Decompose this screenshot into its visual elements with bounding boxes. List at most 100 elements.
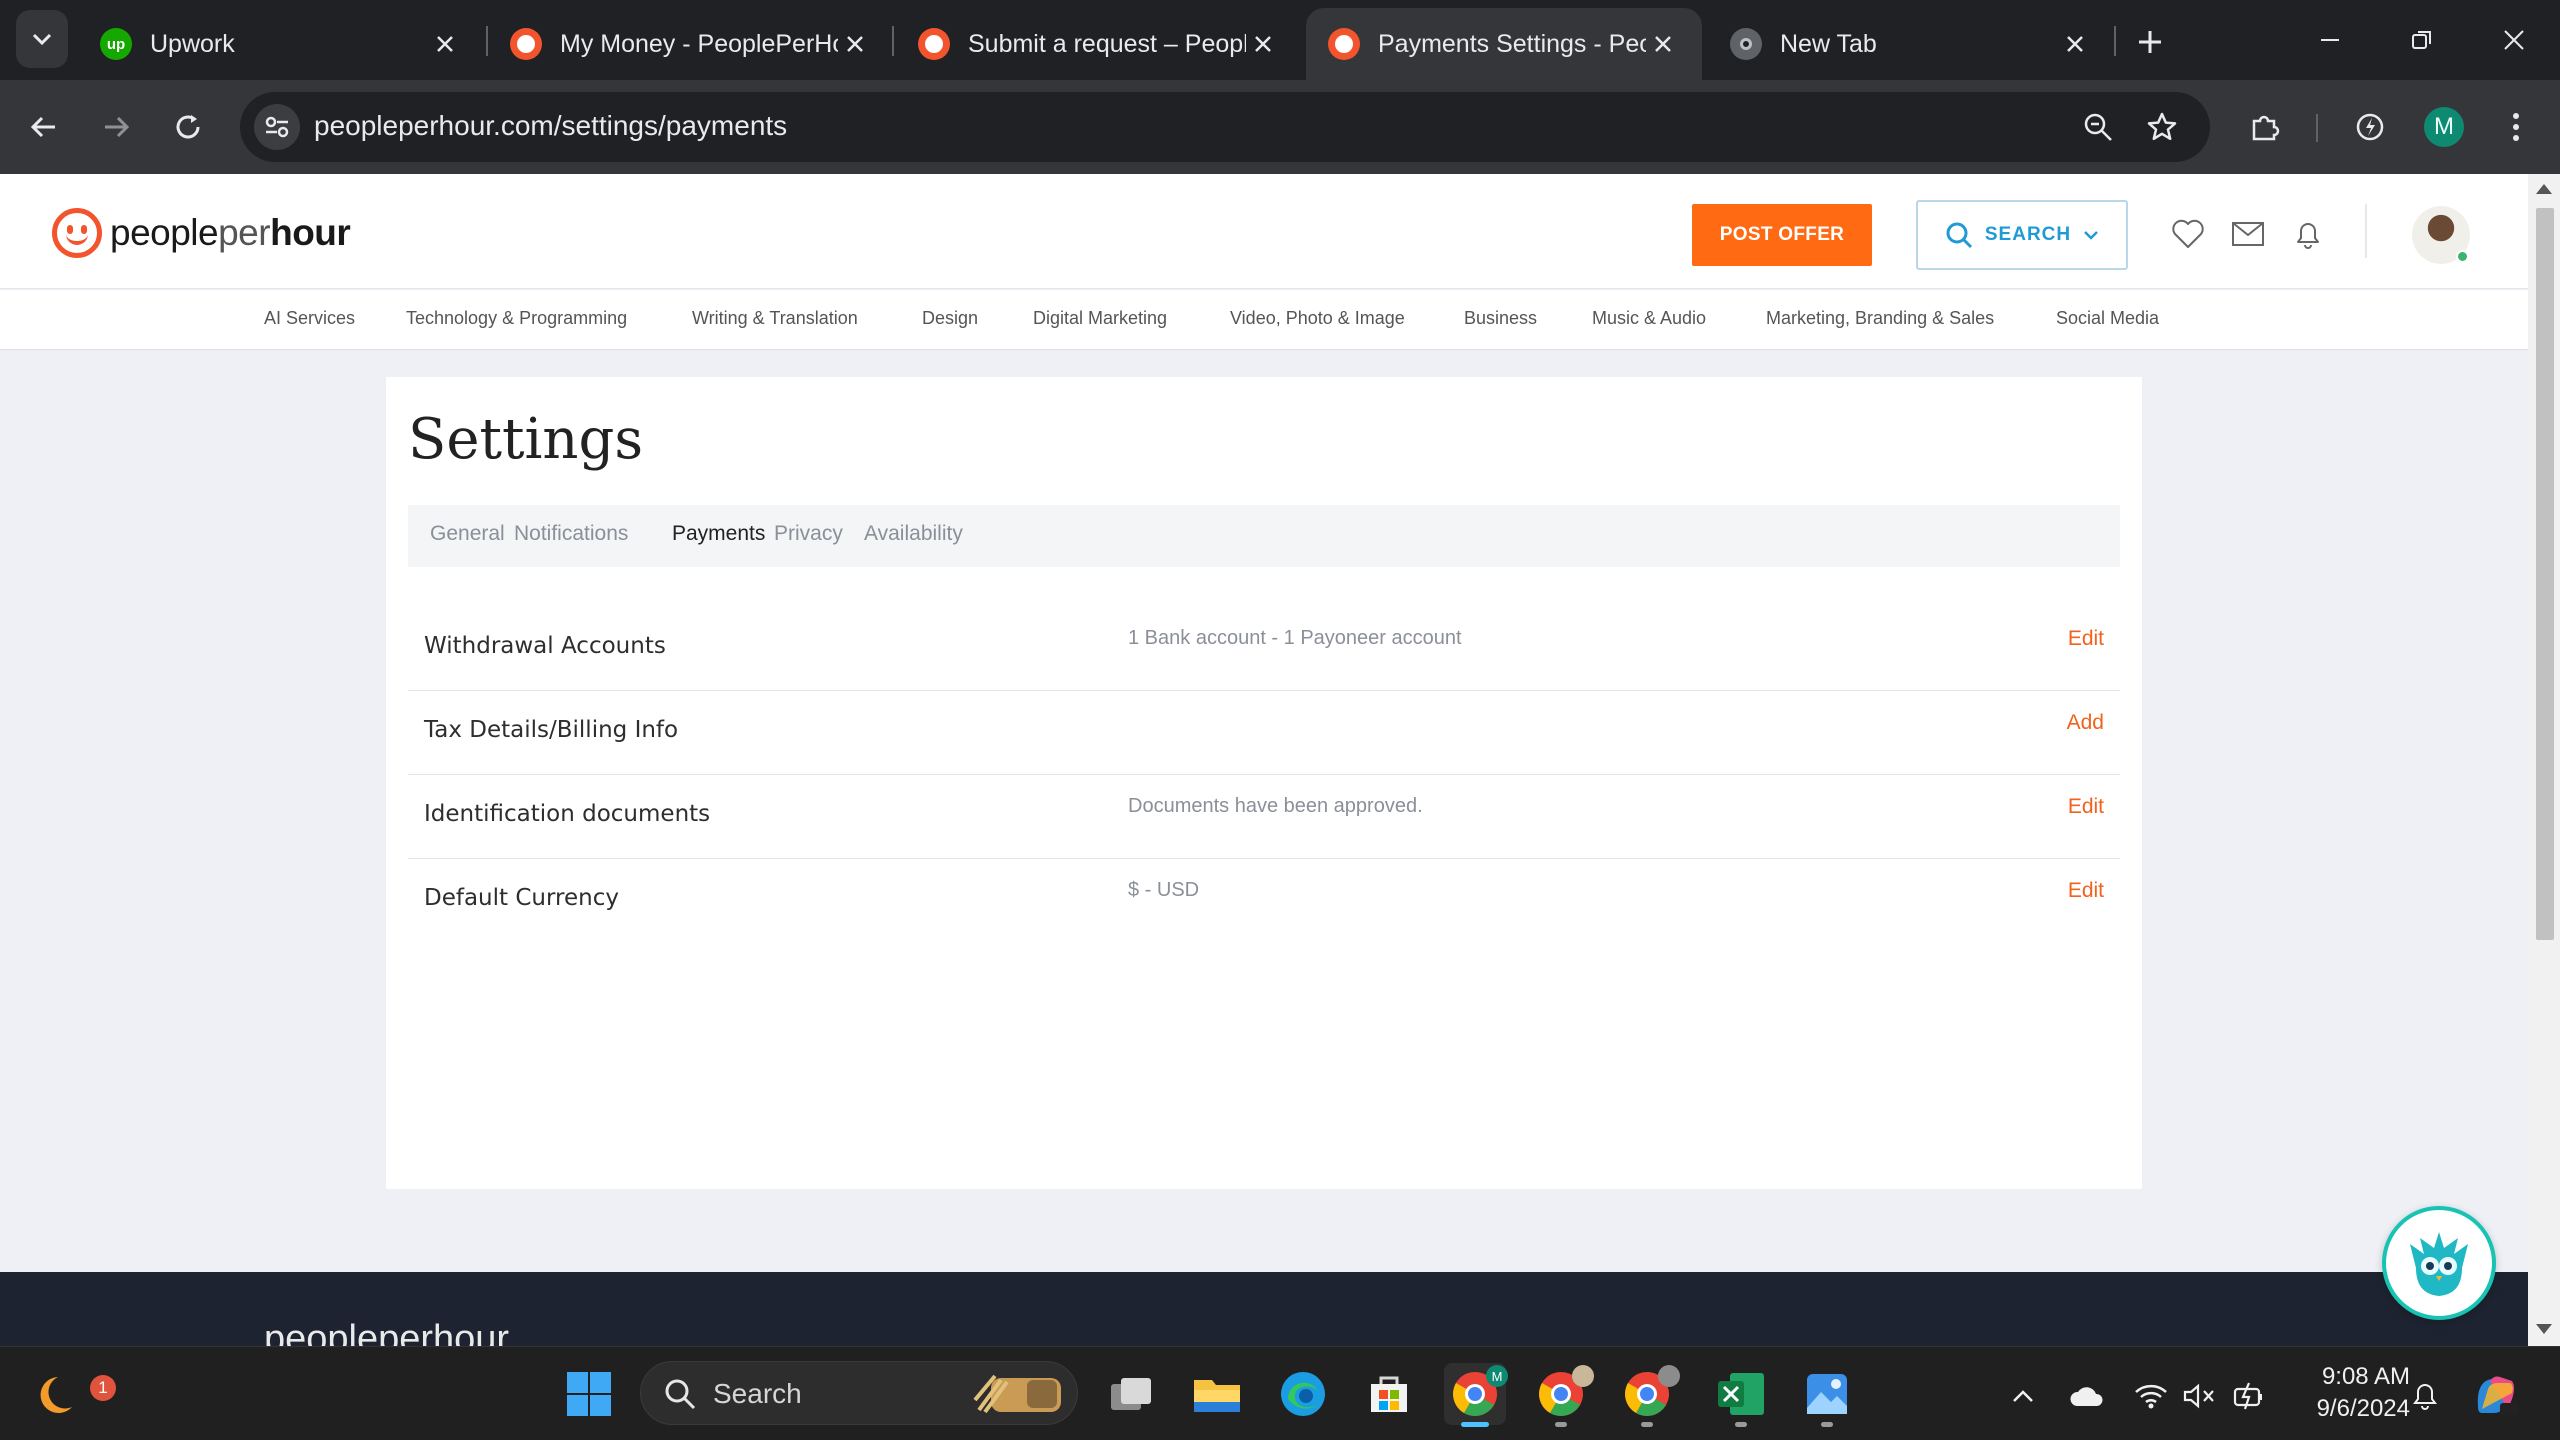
settings-row-default-currency: Default Currency $ - USD Edit	[408, 859, 2120, 943]
add-tax-details-link[interactable]: Add	[2067, 711, 2104, 735]
restore-window-button[interactable]	[2376, 12, 2468, 68]
row-label: Withdrawal Accounts	[424, 633, 666, 659]
search-button[interactable]: SEARCH	[1916, 200, 2128, 270]
messages-envelope-icon[interactable]	[2228, 214, 2268, 254]
category-video-photo-image[interactable]: Video, Photo & Image	[1230, 308, 1405, 329]
show-hidden-icons-button[interactable]	[2004, 1377, 2042, 1415]
browser-menu-button[interactable]	[2490, 101, 2542, 153]
settings-tabs: General Notifications Payments Privacy A…	[408, 505, 2120, 567]
category-digital-marketing[interactable]: Digital Marketing	[1033, 308, 1167, 329]
chat-assistant-button[interactable]	[2382, 1206, 2496, 1320]
chrome-app-profile-2[interactable]	[1530, 1363, 1594, 1427]
chrome-profile-photo-badge	[1572, 1365, 1594, 1387]
bookmark-star-icon[interactable]	[2140, 105, 2184, 149]
close-tab-icon[interactable]	[2058, 27, 2092, 61]
copilot-icon	[2477, 1376, 2518, 1415]
close-tab-icon[interactable]	[428, 27, 462, 61]
battery-charging-tray-icon[interactable]	[2230, 1377, 2268, 1415]
performance-icon[interactable]	[2344, 101, 2396, 153]
chrome-app-profile-m[interactable]: M	[1444, 1363, 1508, 1427]
back-button[interactable]	[18, 101, 70, 153]
search-label: SEARCH	[1984, 224, 2072, 245]
browser-tab-bar: up Upwork My Money - PeoplePerHour Submi…	[0, 0, 2560, 80]
tab-general[interactable]: General	[430, 522, 505, 546]
tab-search-dropdown-button[interactable]	[16, 10, 68, 68]
logo-text-hour: hour	[270, 212, 351, 253]
tab-payments[interactable]: Payments	[672, 522, 765, 546]
weather-widget[interactable]: 1	[30, 1363, 116, 1425]
tab-payments-settings[interactable]: Payments Settings - PeoplePerHour	[1306, 8, 1702, 80]
scrollbar-thumb[interactable]	[2536, 208, 2554, 940]
notification-center-bell-icon[interactable]	[2406, 1377, 2444, 1415]
task-view-button[interactable]	[1100, 1363, 1162, 1425]
url-text[interactable]: peopleperhour.com/settings/payments	[314, 110, 787, 142]
start-button[interactable]	[558, 1363, 620, 1425]
tab-privacy[interactable]: Privacy	[774, 522, 843, 546]
zoom-icon[interactable]	[2076, 105, 2120, 149]
site-info-icon[interactable]	[254, 104, 300, 150]
taskbar-clock[interactable]: 9:08 AM 9/6/2024	[2288, 1361, 2410, 1425]
category-music-audio[interactable]: Music & Audio	[1592, 308, 1706, 329]
close-tab-icon[interactable]	[1246, 27, 1280, 61]
edge-browser-app[interactable]	[1272, 1363, 1334, 1425]
tab-title: My Money - PeoplePerHour	[560, 29, 838, 58]
forward-button[interactable]	[90, 101, 142, 153]
moon-weather-icon	[40, 1377, 72, 1413]
store-bag-icon	[1371, 1376, 1407, 1412]
tab-notifications[interactable]: Notifications	[514, 522, 628, 546]
post-offer-button[interactable]: POST OFFER	[1692, 204, 1872, 266]
page-scrollbar[interactable]	[2528, 174, 2560, 1346]
tab-my-money[interactable]: My Money - PeoplePerHour	[488, 8, 894, 80]
chrome-app-profile-3[interactable]	[1616, 1363, 1680, 1427]
category-marketing-branding-sales[interactable]: Marketing, Branding & Sales	[1766, 308, 1994, 329]
tab-upwork[interactable]: up Upwork	[78, 8, 484, 80]
category-technology-programming[interactable]: Technology & Programming	[406, 308, 627, 329]
address-bar[interactable]: peopleperhour.com/settings/payments	[240, 92, 2210, 162]
peopleperhour-logo[interactable]: peopleperhour	[52, 208, 351, 258]
category-writing-translation[interactable]: Writing & Translation	[692, 308, 858, 329]
copilot-app[interactable]	[2464, 1363, 2526, 1425]
file-explorer-app[interactable]	[1186, 1363, 1248, 1425]
onedrive-tray-icon[interactable]	[2068, 1377, 2106, 1415]
minimize-window-button[interactable]	[2284, 12, 2376, 68]
notifications-bell-icon[interactable]	[2288, 214, 2328, 254]
extensions-puzzle-icon[interactable]	[2238, 101, 2290, 153]
logo-face-icon	[52, 208, 102, 258]
tab-title: New Tab	[1780, 29, 1877, 58]
taskbar-search-box[interactable]: Search	[640, 1361, 1078, 1425]
reload-button[interactable]	[162, 101, 214, 153]
photos-app[interactable]	[1796, 1363, 1858, 1427]
close-tab-icon[interactable]	[1646, 27, 1680, 61]
scroll-down-arrow-icon[interactable]	[2536, 1324, 2552, 1334]
category-social-media[interactable]: Social Media	[2056, 308, 2159, 329]
profile-avatar: M	[2424, 107, 2464, 147]
category-ai-services[interactable]: AI Services	[264, 308, 355, 329]
close-tab-icon[interactable]	[838, 27, 872, 61]
minimize-icon	[2321, 39, 2339, 41]
edit-default-currency-link[interactable]: Edit	[2068, 879, 2104, 903]
volume-muted-tray-icon[interactable]	[2180, 1377, 2218, 1415]
edit-withdrawal-accounts-link[interactable]: Edit	[2068, 627, 2104, 651]
search-icon	[665, 1379, 696, 1410]
close-window-button[interactable]	[2468, 12, 2560, 68]
scroll-up-arrow-icon[interactable]	[2536, 184, 2552, 194]
clock-date: 9/6/2024	[2316, 1395, 2410, 1422]
clock-time: 9:08 AM	[2321, 1363, 2410, 1390]
excel-app[interactable]	[1710, 1363, 1772, 1427]
profile-button[interactable]: M	[2418, 101, 2470, 153]
tab-availability[interactable]: Availability	[864, 522, 963, 546]
new-tab-button[interactable]	[2126, 18, 2174, 66]
tab-submit-request[interactable]: Submit a request – PeoplePerHour	[896, 8, 1302, 80]
edit-identification-documents-link[interactable]: Edit	[2068, 795, 2104, 819]
category-design[interactable]: Design	[922, 308, 978, 329]
tab-new-tab[interactable]: New Tab	[1708, 8, 2114, 80]
tab-title: Payments Settings - PeoplePerHour	[1378, 29, 1646, 58]
online-status-indicator	[2456, 250, 2469, 263]
wifi-tray-icon[interactable]	[2132, 1377, 2170, 1415]
category-business[interactable]: Business	[1464, 308, 1537, 329]
page-title: Settings	[408, 407, 644, 472]
folder-icon	[1194, 1380, 1240, 1412]
taskbar-search-label: Search	[713, 1378, 802, 1409]
microsoft-store-app[interactable]	[1358, 1363, 1420, 1425]
favorites-heart-icon[interactable]	[2168, 214, 2208, 254]
